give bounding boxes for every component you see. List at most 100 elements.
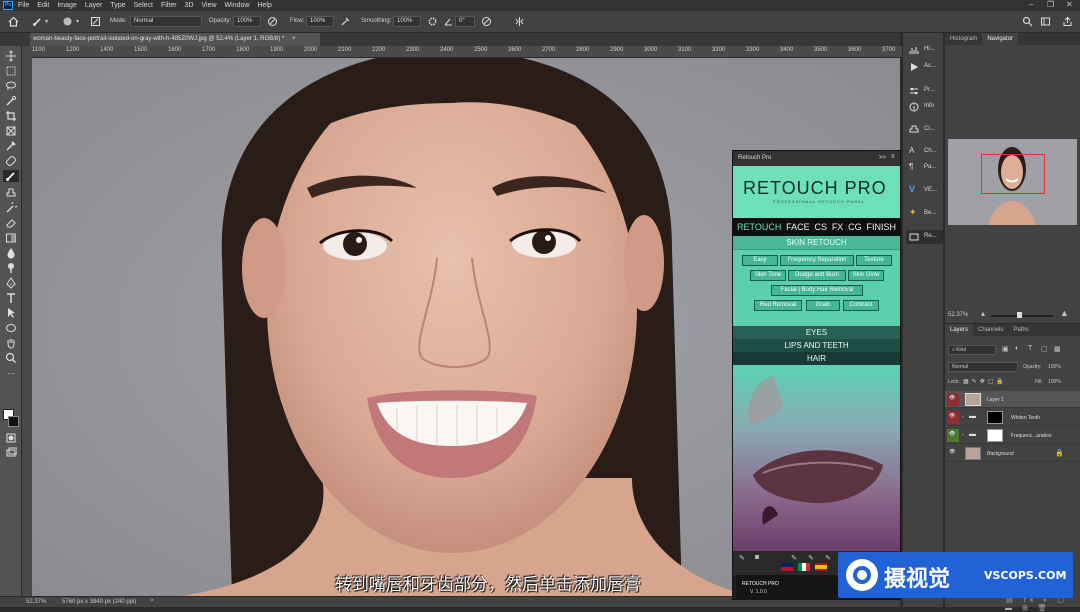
- brush-settings-icon[interactable]: [90, 16, 101, 27]
- minimize-icon[interactable]: –: [1029, 0, 1033, 9]
- history-brush-tool-icon[interactable]: [5, 202, 17, 214]
- quick-mask-icon[interactable]: [5, 432, 17, 444]
- menu-help[interactable]: Help: [257, 2, 271, 9]
- hand-tool-icon[interactable]: [5, 337, 17, 349]
- skin-retouch-title[interactable]: SKIN RETOUCH: [733, 236, 900, 250]
- blend-mode-select[interactable]: Normal: [948, 362, 1018, 372]
- screen-mode-icon[interactable]: [5, 447, 17, 459]
- pressure-opacity-icon[interactable]: [267, 16, 278, 27]
- lasso-tool-icon[interactable]: [5, 80, 17, 92]
- filter-kind-select[interactable]: ⌕ Kind: [948, 345, 996, 355]
- skin-glow-button[interactable]: Skin Glow: [848, 270, 884, 281]
- hair-section[interactable]: HAIR: [733, 352, 900, 365]
- share-icon[interactable]: [1062, 16, 1073, 27]
- tab-layers[interactable]: Layers: [945, 324, 974, 336]
- filter-pixel-icon[interactable]: ▣: [1002, 345, 1009, 353]
- tab-face[interactable]: FACE: [786, 222, 810, 232]
- tab-navigator[interactable]: Navigator: [982, 33, 1019, 45]
- tab-fx[interactable]: FX: [832, 222, 844, 232]
- menu-type[interactable]: Type: [110, 2, 125, 9]
- fill-value[interactable]: 100%: [1048, 379, 1061, 385]
- menu-edit[interactable]: Edit: [37, 2, 49, 9]
- menu-file[interactable]: File: [18, 2, 29, 9]
- workspace-icon[interactable]: [1040, 16, 1051, 27]
- flow-input[interactable]: 100%: [306, 16, 334, 27]
- menu-layer[interactable]: Layer: [85, 2, 103, 9]
- opacity-input[interactable]: 100%: [233, 16, 261, 27]
- path-selection-tool-icon[interactable]: [5, 307, 17, 319]
- navigator-view-box[interactable]: [981, 154, 1045, 194]
- tab-close-icon[interactable]: ×: [292, 36, 296, 42]
- eraser-tool-icon[interactable]: [5, 217, 17, 229]
- zoom-level[interactable]: 52.37%: [26, 599, 46, 605]
- eyedropper-tool-icon[interactable]: [5, 140, 17, 152]
- collapse-icon[interactable]: >>: [879, 155, 886, 161]
- flag-italy-icon[interactable]: [798, 563, 810, 571]
- filter-shape-icon[interactable]: ▢: [1041, 345, 1048, 353]
- pen-tool-icon[interactable]: [5, 277, 17, 289]
- layer-row[interactable]: 👁 › ▬ Frequenc...aration: [945, 427, 1080, 444]
- strip-clone-source[interactable]: Cl...: [906, 123, 943, 137]
- brush-icon[interactable]: ✎: [739, 554, 745, 562]
- strip-character[interactable]: A Ch...: [906, 145, 943, 159]
- gear-icon[interactable]: [427, 16, 438, 27]
- zoom-in-icon[interactable]: ▲: [1060, 308, 1069, 318]
- strip-info[interactable]: Info: [906, 100, 943, 114]
- pencil-icon[interactable]: ✎: [808, 554, 814, 562]
- expand-arrow-icon[interactable]: ›: [962, 414, 964, 420]
- frame-tool-icon[interactable]: [5, 125, 17, 137]
- tab-cg[interactable]: CG: [848, 222, 862, 232]
- skin-tone-button[interactable]: Skin Tone: [750, 270, 786, 281]
- crop-tool-icon[interactable]: [5, 110, 17, 122]
- zoom-slider-handle[interactable]: [1017, 312, 1022, 318]
- strip-paragraph[interactable]: ¶ Pa...: [906, 161, 943, 175]
- tab-histogram[interactable]: Histogram: [945, 33, 982, 45]
- search-icon[interactable]: [1022, 16, 1033, 27]
- more-tools-icon[interactable]: ···: [7, 369, 15, 378]
- dodge-and-burn-button[interactable]: Dodge and Burn: [788, 270, 846, 281]
- status-arrow-icon[interactable]: >: [150, 598, 154, 604]
- tab-channels[interactable]: Channels: [973, 324, 1008, 336]
- brush-preset-icon[interactable]: [62, 16, 73, 27]
- document-tab[interactable]: woman-beauty-face-portrait-isolated-on-g…: [30, 33, 320, 46]
- navigator-zoom[interactable]: 52.37%: [948, 312, 968, 318]
- tab-finish[interactable]: FINISH: [866, 222, 896, 232]
- type-tool-icon[interactable]: [5, 292, 17, 304]
- menu-select[interactable]: Select: [134, 2, 153, 9]
- healing-brush-tool-icon[interactable]: [5, 155, 17, 167]
- grain-button[interactable]: Grain: [806, 300, 840, 311]
- pen-icon[interactable]: ✎: [791, 554, 797, 562]
- menu-view[interactable]: View: [202, 2, 217, 9]
- tab-cs[interactable]: CS: [814, 222, 827, 232]
- flag-spain-icon[interactable]: [815, 563, 827, 571]
- airbrush-icon[interactable]: [340, 16, 351, 27]
- zoom-tool-icon[interactable]: [5, 352, 17, 364]
- menu-filter[interactable]: Filter: [161, 2, 177, 9]
- marquee-tool-icon[interactable]: [5, 65, 17, 77]
- hair-removal-button[interactable]: Facial | Body Hair Removal: [771, 285, 863, 296]
- panel-menu-icon[interactable]: ≡: [891, 154, 895, 160]
- filter-smart-icon[interactable]: ▦: [1054, 345, 1061, 353]
- layer-opacity-value[interactable]: 100%: [1048, 364, 1061, 370]
- red-removal-button[interactable]: Red Removal: [754, 300, 802, 311]
- blur-tool-icon[interactable]: [5, 247, 17, 259]
- menu-image[interactable]: Image: [57, 2, 76, 9]
- strip-histogram[interactable]: Hi...: [906, 43, 943, 57]
- navigator-thumbnail[interactable]: [948, 139, 1077, 225]
- close-icon[interactable]: ✕: [1066, 0, 1073, 9]
- filter-adjustment-icon[interactable]: ◐: [1015, 345, 1019, 352]
- dodge-tool-icon[interactable]: [5, 262, 17, 274]
- frequency-separation-button[interactable]: Frequency Separation: [780, 255, 854, 266]
- texture-button[interactable]: Texture: [856, 255, 892, 266]
- move-tool-icon[interactable]: [5, 50, 17, 62]
- menu-3d[interactable]: 3D: [185, 2, 194, 9]
- background-color-swatch[interactable]: [8, 416, 19, 427]
- strip-retouch-plugin[interactable]: Re...: [906, 230, 943, 244]
- layer-row[interactable]: 👁 Layer 1: [945, 391, 1080, 408]
- easy-button[interactable]: Easy: [742, 255, 778, 266]
- menu-window[interactable]: Window: [225, 2, 250, 9]
- dropdown-arrow-icon[interactable]: ▾: [76, 18, 79, 25]
- symmetry-icon[interactable]: [514, 16, 525, 27]
- smoothing-input[interactable]: 100%: [393, 16, 421, 27]
- brush-tool-icon[interactable]: [3, 170, 19, 182]
